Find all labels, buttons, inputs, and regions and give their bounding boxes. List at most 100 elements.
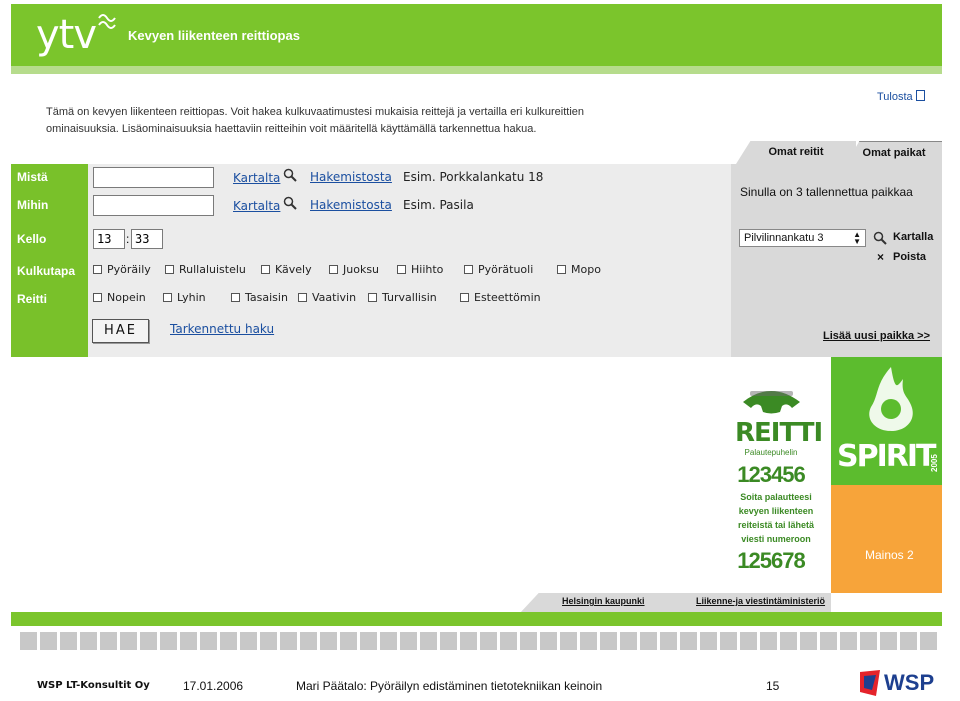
to-search-icon[interactable]: [283, 196, 297, 210]
tile: [340, 632, 357, 650]
tile: [360, 632, 377, 650]
to-map-link[interactable]: Kartalta: [233, 199, 280, 213]
route-checkbox-nopein[interactable]: Nopein: [93, 291, 146, 304]
reitti-ad-text-line: Soita palautteesi: [740, 492, 812, 502]
tile: [420, 632, 437, 650]
slide-date: 17.01.2006: [183, 679, 244, 693]
from-directory-link[interactable]: Hakemistosta: [310, 170, 392, 184]
checkbox-box[interactable]: [397, 265, 406, 274]
to-example: Esim. Pasila: [403, 198, 474, 212]
tile: [840, 632, 857, 650]
slide-number: 15: [766, 679, 780, 693]
delete-icon[interactable]: ×: [877, 250, 884, 264]
from-example: Esim. Porkkalankatu 18: [403, 170, 544, 184]
tile: [660, 632, 677, 650]
route-checkbox-turvallisin[interactable]: Turvallisin: [368, 291, 437, 304]
route-checkbox-vaativin[interactable]: Vaativin: [298, 291, 356, 304]
from-map-link[interactable]: Kartalta: [233, 171, 280, 185]
header-divider: [11, 66, 942, 74]
search-button[interactable]: HAE: [92, 319, 149, 343]
saved-places-info: Sinulla on 3 tallennettua paikkaa: [740, 185, 913, 199]
hour-input[interactable]: [93, 229, 125, 249]
route-checkbox-lyhin[interactable]: Lyhin: [163, 291, 206, 304]
checkbox-box[interactable]: [231, 293, 240, 302]
checkbox-box[interactable]: [460, 293, 469, 302]
show-on-map-icon[interactable]: [873, 231, 887, 245]
tile: [700, 632, 717, 650]
to-input[interactable]: [93, 195, 214, 216]
checkbox-label: Rullaluistelu: [179, 263, 246, 276]
tab-my-places[interactable]: Omat paikat: [846, 141, 942, 164]
document-icon: [915, 90, 925, 101]
checkbox-box[interactable]: [464, 265, 473, 274]
checkbox-label: Nopein: [107, 291, 146, 304]
reitti-ad-subtitle: Palautepuhelin: [744, 448, 798, 457]
tile: [60, 632, 77, 650]
mode-checkbox-kavely[interactable]: Kävely: [261, 263, 312, 276]
checkbox-box[interactable]: [329, 265, 338, 274]
minute-input[interactable]: [131, 229, 163, 249]
tile: [580, 632, 597, 650]
mode-checkbox-rullaluistelu[interactable]: Rullaluistelu: [165, 263, 246, 276]
spirit-ad[interactable]: SPIRIT: [831, 357, 942, 485]
form-label-column: [11, 164, 88, 357]
reitti-ad-text-line: kevyen liikenteen: [738, 506, 814, 516]
mode-checkbox-juoksu[interactable]: Juoksu: [329, 263, 379, 276]
tile: [20, 632, 37, 650]
from-label: Mistä: [17, 170, 48, 184]
place-select[interactable]: Pilvilinnankatu 3 ▲ ▼: [739, 229, 866, 247]
tile: [480, 632, 497, 650]
show-on-map-link[interactable]: Kartalla: [893, 231, 933, 243]
tile: [920, 632, 937, 650]
tile: [880, 632, 897, 650]
reitti-ad-phone: 123456: [737, 462, 805, 487]
mode-checkbox-pyoratuoli[interactable]: Pyörätuoli: [464, 263, 533, 276]
checkbox-box[interactable]: [93, 265, 102, 274]
tile: [820, 632, 837, 650]
from-input[interactable]: [93, 167, 214, 188]
checkbox-box[interactable]: [557, 265, 566, 274]
checkbox-box[interactable]: [165, 265, 174, 274]
checkbox-box[interactable]: [298, 293, 307, 302]
tile: [520, 632, 537, 650]
intro-text: Tämä on kevyen liikenteen reittiopas. Vo…: [46, 104, 636, 138]
delete-link[interactable]: Poista: [893, 251, 926, 263]
tile: [80, 632, 97, 650]
to-label: Mihin: [17, 198, 49, 212]
checkbox-box[interactable]: [163, 293, 172, 302]
checkbox-label: Vaativin: [312, 291, 357, 304]
tile: [100, 632, 117, 650]
tile: [620, 632, 637, 650]
city-link[interactable]: Helsingin kaupunki: [562, 596, 645, 606]
route-checkbox-esteettomin[interactable]: Esteettömin: [460, 291, 541, 304]
mode-checkbox-mopo[interactable]: Mopo: [557, 263, 601, 276]
route-checkbox-tasaisin[interactable]: Tasaisin: [231, 291, 288, 304]
tile: [220, 632, 237, 650]
advanced-search-link[interactable]: Tarkennettu haku: [170, 322, 274, 336]
tile: [760, 632, 777, 650]
print-link[interactable]: Tulosta: [877, 90, 925, 103]
print-label: Tulosta: [877, 91, 913, 103]
checkbox-box[interactable]: [93, 293, 102, 302]
to-directory-link[interactable]: Hakemistosta: [310, 198, 392, 212]
tile: [320, 632, 337, 650]
ministry-link[interactable]: Liikenne-ja viestintäministeriö: [696, 596, 825, 606]
place-select-value: Pilvilinnankatu 3: [744, 232, 824, 244]
tile: [720, 632, 737, 650]
mode-checkbox-hiihto[interactable]: Hiihto: [397, 263, 443, 276]
checkbox-box[interactable]: [368, 293, 377, 302]
mode-checkbox-pyoraily[interactable]: Pyöräily: [93, 263, 151, 276]
wsp-logo-text: WSP: [884, 670, 934, 695]
reitti-ad-text-line: viesti numeroon: [741, 534, 811, 544]
checkbox-label: Lyhin: [177, 291, 206, 304]
ytv-logo[interactable]: ytv: [36, 12, 97, 58]
from-search-icon[interactable]: [283, 168, 297, 182]
ad-placeholder[interactable]: [831, 485, 942, 593]
add-place-link[interactable]: Lisää uusi paikka >>: [823, 330, 930, 342]
tab-my-routes[interactable]: Omat reitit: [736, 141, 856, 164]
slide: ytv Kevyen liikenteen reittiopas Tämä on…: [0, 0, 960, 701]
tile: [600, 632, 617, 650]
checkbox-box[interactable]: [261, 265, 270, 274]
reitti-ad-title: REITTI: [735, 418, 823, 448]
tile: [860, 632, 877, 650]
